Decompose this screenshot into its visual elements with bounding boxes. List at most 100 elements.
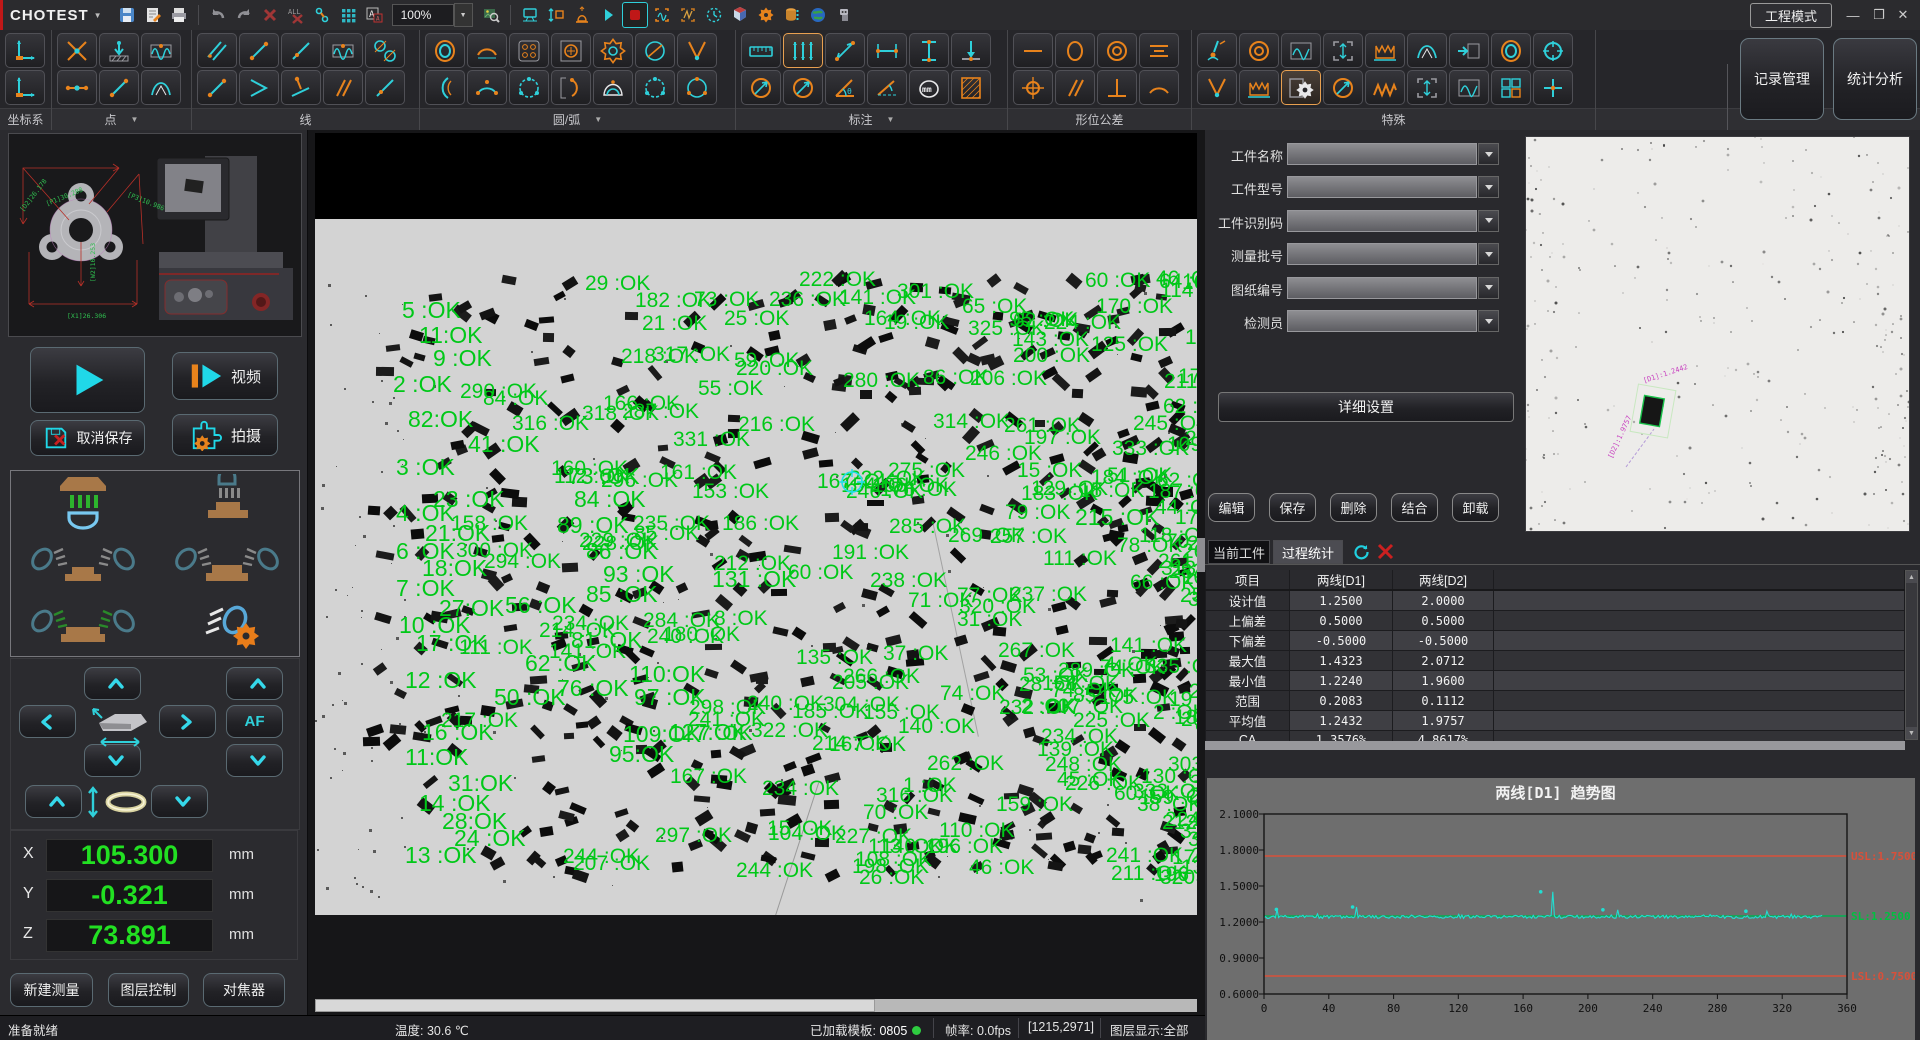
comb2-icon[interactable] [1239,70,1279,105]
unload-button[interactable]: 卸载 [1452,493,1499,522]
menu-settings-icon[interactable] [754,3,778,27]
camera-vscroll-thumb[interactable] [1197,538,1205,572]
menu-link-icon[interactable] [310,3,334,27]
menu-capture-a-icon[interactable] [650,3,674,27]
tab-current-part[interactable]: 当前工件 [1208,540,1270,564]
status-layer-display[interactable]: 图层显示:全部 [1110,1020,1188,1039]
menu-image-search-icon[interactable] [479,3,503,27]
menu-record-icon[interactable] [622,2,648,28]
field-dropdown-button[interactable] [1478,310,1499,332]
light-up-button[interactable] [25,785,82,818]
menu-projector-icon[interactable] [518,3,542,27]
run-measure-button[interactable] [30,347,145,413]
scroll-up-icon[interactable]: ▲ [1906,571,1917,583]
array-icon[interactable] [1491,70,1531,105]
focus-tool-button[interactable]: 对焦器 [203,973,285,1007]
field-input[interactable] [1287,277,1477,299]
refresh-icon[interactable] [1353,543,1370,560]
ribbon-group-label[interactable]: 圆/弧▼ [420,109,735,130]
maximize-button[interactable]: ❒ [1868,6,1890,24]
new-measure-button[interactable]: 新建测量 [10,973,93,1007]
vertical-dim-icon[interactable] [909,33,949,68]
spline-icon[interactable] [1407,33,1447,68]
ribbon-group-label[interactable]: 点▼ [52,109,191,130]
menu-delete-icon[interactable] [258,3,282,27]
slope-icon[interactable] [1323,70,1363,105]
menu-globe-icon[interactable] [806,3,830,27]
concentricity-icon[interactable] [1097,33,1137,68]
perp-foot-line-icon[interactable] [281,70,321,105]
radius-icon[interactable] [783,70,823,105]
clear-icon[interactable] [1377,543,1394,560]
cancel-save-button[interactable]: 取消保存 [30,420,145,456]
hole-group-icon[interactable] [509,33,549,68]
intersect-point-icon[interactable] [57,33,97,68]
engineering-mode-button[interactable]: 工程模式 [1750,3,1832,28]
menu-save-icon[interactable] [115,3,139,27]
field-dropdown-button[interactable] [1478,143,1499,165]
angle-dash-icon[interactable] [867,70,907,105]
zoom-level-field[interactable]: 100% [392,4,454,26]
table-row[interactable]: 平均值1.24321.9757 [1206,711,1905,731]
field-input[interactable] [1287,143,1477,165]
menu-timer-icon[interactable] [702,3,726,27]
symmetry-icon[interactable] [1139,33,1179,68]
peak-point-icon[interactable] [141,70,181,105]
snap-icon[interactable] [1407,70,1447,105]
scroll-down-icon[interactable]: ▼ [1906,727,1917,739]
profile-icon[interactable] [1139,70,1179,105]
dome-icon[interactable] [593,70,633,105]
statistics-analysis-button[interactable]: 统计分析 [1833,38,1917,120]
circle-scan-icon[interactable] [635,70,675,105]
menu-delete-all-icon[interactable]: ALL [284,3,308,27]
menu-auto-light-icon[interactable] [570,3,594,27]
table-row[interactable]: 下偏差-0.5000-0.5000 [1206,631,1905,651]
position-icon[interactable] [1013,70,1053,105]
line-icon[interactable] [281,33,321,68]
z-down-button[interactable] [226,744,283,777]
light-down-button[interactable] [151,785,208,818]
gauge-line-icon[interactable] [197,33,237,68]
menu-play-icon[interactable] [596,3,620,27]
angle-icon[interactable]: θ [825,70,865,105]
menu-redo-icon[interactable] [232,3,256,27]
backlight-icon[interactable] [155,471,299,533]
circle-box-icon[interactable] [551,33,591,68]
cross-point-icon[interactable] [1533,70,1573,105]
arc-box-icon[interactable] [551,70,591,105]
arc-circle-icon[interactable] [467,33,507,68]
app-menu-button[interactable]: CHOTEST▼ [10,7,103,24]
coaxial-icon[interactable] [1239,33,1279,68]
window-icon[interactable] [1449,70,1489,105]
table-row[interactable]: 范围0.20830.1112 [1206,691,1905,711]
menu-robot-icon[interactable] [832,3,856,27]
circle-3pt-icon[interactable] [509,70,549,105]
area-hatch-icon[interactable] [951,70,991,105]
coaxial-green-light-icon[interactable] [11,594,155,656]
menu-edit-icon[interactable] [141,3,165,27]
ruler-icon[interactable] [741,33,781,68]
table-hscrollbar[interactable] [1205,741,1905,750]
ring-icon[interactable] [425,33,465,68]
zoom-dropdown-button[interactable]: ▼ [454,3,473,27]
table-header[interactable]: 两线[D1] [1290,570,1393,590]
drop-dim-icon[interactable] [951,33,991,68]
mid-point-icon[interactable] [57,70,97,105]
focus-point-icon[interactable] [99,33,139,68]
z-up-button[interactable] [226,667,283,700]
af-button[interactable]: AF [226,705,283,738]
menu-font-icon[interactable]: AA [362,3,386,27]
detail-settings-button[interactable]: 详细设置 [1218,392,1514,422]
ribbon-group-label[interactable]: 标注▼ [736,109,1007,130]
crosshair-icon[interactable] [1533,33,1573,68]
diameter-icon[interactable] [741,70,781,105]
roundness-icon[interactable] [1055,33,1095,68]
mm-label-icon[interactable]: mm [909,70,949,105]
table-vscrollbar[interactable]: ▲▼ [1905,570,1918,740]
field-input[interactable] [1287,310,1477,332]
branch-icon[interactable] [1197,70,1237,105]
offset-line-icon[interactable] [365,70,405,105]
camera-image[interactable]: 111 :OK70 :OK280 :OK167 :OK114 :OK167 :O… [315,219,1197,915]
menu-view-cube-icon[interactable] [728,3,752,27]
arc-3pt-icon[interactable] [467,70,507,105]
